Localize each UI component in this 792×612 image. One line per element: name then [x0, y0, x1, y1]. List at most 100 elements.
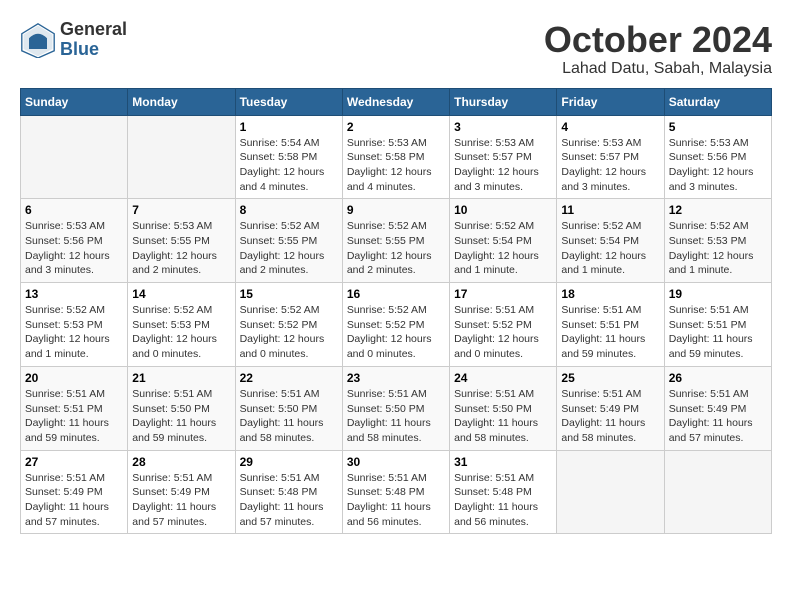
day-info: Sunrise: 5:52 AM Sunset: 5:55 PM Dayligh…: [240, 219, 338, 278]
calendar-cell: 14 Sunrise: 5:52 AM Sunset: 5:53 PM Dayli…: [128, 283, 235, 367]
day-number: 23: [347, 371, 445, 385]
calendar-cell: 27Sunrise: 5:51 AM Sunset: 5:49 PM Dayli…: [21, 450, 128, 534]
day-info: Sunrise: 5:52 AM Sunset: 5:53 PM Dayligh…: [25, 303, 123, 362]
week-row-5: 27 Sunrise: 5:51 AM Sunset: 5:49 PM Dayli…: [21, 450, 772, 534]
calendar-cell: 17Sunrise: 5:51 AM Sunset: 5:52 PM Dayli…: [450, 283, 557, 367]
calendar-cell: 13Sunrise: 5:52 AM Sunset: 5:53 PM Dayli…: [21, 283, 128, 367]
logo-text: General Blue: [60, 20, 127, 60]
calendar-cell: 7Sunrise: 5:53 AM Sunset: 5:55 PM Daylig…: [128, 199, 235, 283]
weekday-header-thursday: Thursday: [450, 88, 557, 115]
calendar-cell: [21, 115, 128, 199]
day-number: 7: [132, 203, 230, 217]
calendar-subtitle: Lahad Datu, Sabah, Malaysia: [544, 60, 772, 78]
weekday-header-sunday: Sunday: [21, 88, 128, 115]
day-info: Sunrise: 5:51 AM Sunset: 5:49 PM Dayligh…: [561, 387, 659, 446]
day-info: Sunrise: 5:51 AM Sunset: 5:48 PM Dayligh…: [240, 471, 338, 530]
weekday-header-row: SundayMondayTuesdayWednesdayThursdayFrid…: [21, 88, 772, 115]
logo-icon: [20, 22, 56, 58]
calendar-title: October 2024: [544, 20, 772, 60]
calendar-cell: 23Sunrise: 5:51 AM Sunset: 5:50 PM Dayli…: [342, 366, 449, 450]
calendar-cell: 18 Sunrise: 5:51 AM Sunset: 5:51 PM Dayli…: [557, 283, 664, 367]
title-block: October 2024 Lahad Datu, Sabah, Malaysia: [544, 20, 772, 78]
day-info: Sunrise: 5:52 AM Sunset: 5:55 PM Dayligh…: [347, 219, 445, 278]
week-row-3: 13Sunrise: 5:52 AM Sunset: 5:53 PM Dayli…: [21, 283, 772, 367]
calendar-cell: 26 Sunrise: 5:51 AM Sunset: 5:49 PM Dayli…: [664, 366, 771, 450]
day-number: 6: [25, 203, 123, 217]
calendar-cell: 25 Sunrise: 5:51 AM Sunset: 5:49 PM Dayli…: [557, 366, 664, 450]
weekday-header-monday: Monday: [128, 88, 235, 115]
calendar-cell: 12 Sunrise: 5:52 AM Sunset: 5:53 PM Dayli…: [664, 199, 771, 283]
calendar-cell: 3 Sunrise: 5:53 AM Sunset: 5:57 PM Daylig…: [450, 115, 557, 199]
weekday-header-saturday: Saturday: [664, 88, 771, 115]
calendar-header: SundayMondayTuesdayWednesdayThursdayFrid…: [21, 88, 772, 115]
calendar-cell: 30 Sunrise: 5:51 AM Sunset: 5:48 PM Dayli…: [342, 450, 449, 534]
day-number: 30: [347, 455, 445, 469]
day-number: 5: [669, 120, 767, 134]
calendar-cell: 5 Sunrise: 5:53 AM Sunset: 5:56 PM Daylig…: [664, 115, 771, 199]
day-info: Sunrise: 5:52 AM Sunset: 5:54 PM Dayligh…: [454, 219, 552, 278]
calendar-cell: 1 Sunrise: 5:54 AM Sunset: 5:58 PM Daylig…: [235, 115, 342, 199]
day-number: 11: [561, 203, 659, 217]
calendar-cell: 4Sunrise: 5:53 AM Sunset: 5:57 PM Daylig…: [557, 115, 664, 199]
calendar-cell: [664, 450, 771, 534]
day-info: Sunrise: 5:52 AM Sunset: 5:54 PM Dayligh…: [561, 219, 659, 278]
calendar-cell: 15Sunrise: 5:52 AM Sunset: 5:52 PM Dayli…: [235, 283, 342, 367]
day-number: 28: [132, 455, 230, 469]
calendar-cell: 6Sunrise: 5:53 AM Sunset: 5:56 PM Daylig…: [21, 199, 128, 283]
day-info: Sunrise: 5:52 AM Sunset: 5:52 PM Dayligh…: [240, 303, 338, 362]
day-number: 2: [347, 120, 445, 134]
day-info: Sunrise: 5:53 AM Sunset: 5:57 PM Dayligh…: [561, 136, 659, 195]
day-info: Sunrise: 5:51 AM Sunset: 5:50 PM Dayligh…: [454, 387, 552, 446]
day-info: Sunrise: 5:51 AM Sunset: 5:49 PM Dayligh…: [669, 387, 767, 446]
day-number: 18: [561, 287, 659, 301]
page-header: General Blue October 2024 Lahad Datu, Sa…: [20, 20, 772, 78]
calendar-cell: 9 Sunrise: 5:52 AM Sunset: 5:55 PM Daylig…: [342, 199, 449, 283]
day-number: 20: [25, 371, 123, 385]
day-number: 25: [561, 371, 659, 385]
day-number: 12: [669, 203, 767, 217]
week-row-4: 20Sunrise: 5:51 AM Sunset: 5:51 PM Dayli…: [21, 366, 772, 450]
day-number: 29: [240, 455, 338, 469]
calendar-cell: 20Sunrise: 5:51 AM Sunset: 5:51 PM Dayli…: [21, 366, 128, 450]
day-number: 21: [132, 371, 230, 385]
day-info: Sunrise: 5:51 AM Sunset: 5:52 PM Dayligh…: [454, 303, 552, 362]
day-number: 26: [669, 371, 767, 385]
day-number: 9: [347, 203, 445, 217]
day-number: 27: [25, 455, 123, 469]
logo-blue: Blue: [60, 40, 127, 60]
day-info: Sunrise: 5:52 AM Sunset: 5:52 PM Dayligh…: [347, 303, 445, 362]
day-number: 19: [669, 287, 767, 301]
day-number: 10: [454, 203, 552, 217]
day-number: 8: [240, 203, 338, 217]
calendar-cell: 31Sunrise: 5:51 AM Sunset: 5:48 PM Dayli…: [450, 450, 557, 534]
day-info: Sunrise: 5:51 AM Sunset: 5:50 PM Dayligh…: [132, 387, 230, 446]
weekday-header-tuesday: Tuesday: [235, 88, 342, 115]
calendar-cell: 8 Sunrise: 5:52 AM Sunset: 5:55 PM Daylig…: [235, 199, 342, 283]
calendar-cell: 24Sunrise: 5:51 AM Sunset: 5:50 PM Dayli…: [450, 366, 557, 450]
calendar-cell: 10 Sunrise: 5:52 AM Sunset: 5:54 PM Dayli…: [450, 199, 557, 283]
calendar-cell: 11 Sunrise: 5:52 AM Sunset: 5:54 PM Dayli…: [557, 199, 664, 283]
day-number: 14: [132, 287, 230, 301]
day-info: Sunrise: 5:53 AM Sunset: 5:58 PM Dayligh…: [347, 136, 445, 195]
day-info: Sunrise: 5:52 AM Sunset: 5:53 PM Dayligh…: [132, 303, 230, 362]
day-info: Sunrise: 5:53 AM Sunset: 5:57 PM Dayligh…: [454, 136, 552, 195]
day-number: 1: [240, 120, 338, 134]
calendar-cell: [128, 115, 235, 199]
logo: General Blue: [20, 20, 127, 60]
day-info: Sunrise: 5:53 AM Sunset: 5:56 PM Dayligh…: [669, 136, 767, 195]
weekday-header-wednesday: Wednesday: [342, 88, 449, 115]
day-info: Sunrise: 5:54 AM Sunset: 5:58 PM Dayligh…: [240, 136, 338, 195]
day-info: Sunrise: 5:51 AM Sunset: 5:50 PM Dayligh…: [240, 387, 338, 446]
calendar-cell: 28 Sunrise: 5:51 AM Sunset: 5:49 PM Dayli…: [128, 450, 235, 534]
day-info: Sunrise: 5:51 AM Sunset: 5:48 PM Dayligh…: [347, 471, 445, 530]
day-info: Sunrise: 5:52 AM Sunset: 5:53 PM Dayligh…: [669, 219, 767, 278]
day-info: Sunrise: 5:51 AM Sunset: 5:49 PM Dayligh…: [132, 471, 230, 530]
calendar-cell: 2 Sunrise: 5:53 AM Sunset: 5:58 PM Daylig…: [342, 115, 449, 199]
day-number: 16: [347, 287, 445, 301]
day-info: Sunrise: 5:51 AM Sunset: 5:51 PM Dayligh…: [561, 303, 659, 362]
day-number: 3: [454, 120, 552, 134]
day-number: 22: [240, 371, 338, 385]
calendar-cell: 19Sunrise: 5:51 AM Sunset: 5:51 PM Dayli…: [664, 283, 771, 367]
day-number: 31: [454, 455, 552, 469]
week-row-2: 6Sunrise: 5:53 AM Sunset: 5:56 PM Daylig…: [21, 199, 772, 283]
